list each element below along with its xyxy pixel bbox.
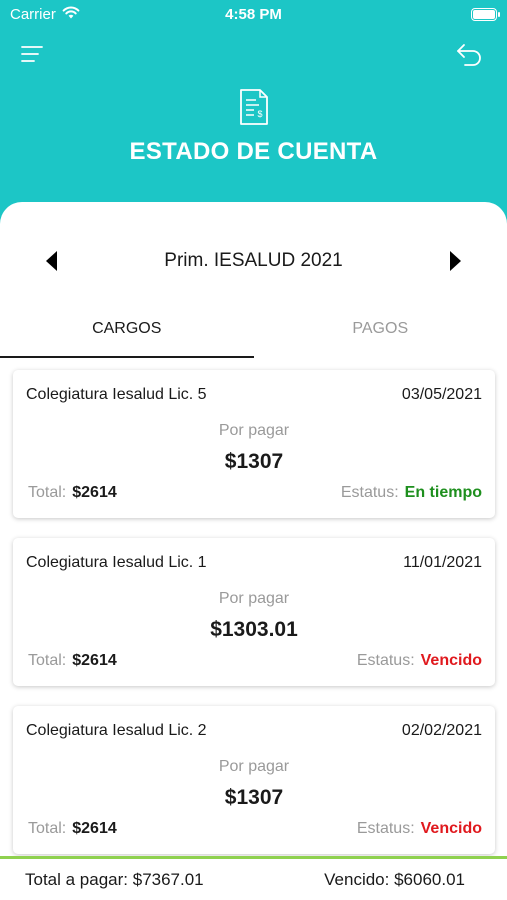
charge-card[interactable]: Colegiatura Iesalud Lic. 5 03/05/2021 Po…	[13, 370, 495, 518]
pending-label: Por pagar	[218, 758, 290, 775]
period-selector: Prim. IESALUD 2021	[0, 246, 507, 276]
menu-button[interactable]	[14, 38, 50, 70]
pending-label: Por pagar	[218, 590, 290, 607]
total-value: $2614	[72, 484, 117, 501]
caret-left-icon	[46, 251, 57, 271]
pending-amount: $1307	[224, 786, 284, 809]
status-value: En tiempo	[404, 484, 482, 501]
undo-icon	[457, 44, 481, 66]
next-period-button[interactable]	[445, 249, 465, 273]
total-label: Total:	[28, 652, 67, 669]
charge-date: 11/01/2021	[403, 554, 482, 571]
svg-text:$: $	[257, 109, 262, 119]
totals-footer: Total a pagar: $7367.01 Vencido: $6060.0…	[0, 856, 507, 900]
charge-total: Total: $2614	[28, 652, 117, 670]
charge-date: 03/05/2021	[401, 386, 482, 403]
charge-card[interactable]: Colegiatura Iesalud Lic. 1 11/01/2021 Po…	[13, 538, 495, 686]
charge-date: 02/02/2021	[401, 722, 482, 739]
status-label: Estatus:	[340, 484, 399, 501]
charge-status: Estatus: En tiempo	[341, 484, 482, 502]
charge-total: Total: $2614	[28, 484, 117, 502]
previous-period-button[interactable]	[42, 249, 62, 273]
overdue-total: Vencido: $6060.01	[324, 869, 465, 889]
tab-cargos[interactable]: CARGOS	[0, 312, 254, 358]
charge-title: Colegiatura Iesalud Lic. 5	[26, 386, 207, 403]
total-value: $2614	[72, 820, 117, 837]
status-label: Estatus:	[356, 820, 415, 837]
menu-icon	[21, 46, 43, 62]
invoice-document-icon: $	[239, 89, 268, 125]
charge-status: Estatus: Vencido	[357, 820, 482, 838]
page-title: ESTADO DE CUENTA	[129, 138, 378, 165]
charge-title: Colegiatura Iesalud Lic. 2	[26, 722, 207, 739]
status-value: Vencido	[420, 652, 482, 669]
charge-status: Estatus: Vencido	[357, 652, 482, 670]
header-icon-wrap: $	[0, 88, 507, 126]
carrier-label: Carrier	[10, 5, 56, 23]
tab-bar: CARGOS PAGOS	[0, 312, 507, 358]
pending-amount: $1303.01	[210, 618, 298, 641]
back-button[interactable]	[451, 38, 487, 70]
status-value: Vencido	[420, 820, 482, 837]
wifi-icon	[62, 6, 80, 23]
total-to-pay: Total a pagar: $7367.01	[25, 869, 204, 889]
total-value: $2614	[72, 652, 117, 669]
charge-card[interactable]: Colegiatura Iesalud Lic. 2 02/02/2021 Po…	[13, 706, 495, 854]
total-label: Total:	[28, 484, 67, 501]
charge-total: Total: $2614	[28, 820, 117, 838]
content-panel: Prim. IESALUD 2021 CARGOS PAGOS Colegiat…	[0, 202, 507, 900]
pending-amount: $1307	[224, 450, 284, 473]
pending-label: Por pagar	[218, 422, 290, 439]
period-label: Prim. IESALUD 2021	[164, 250, 343, 271]
tab-pagos[interactable]: PAGOS	[254, 312, 507, 358]
caret-right-icon	[450, 251, 461, 271]
status-label: Estatus:	[356, 652, 415, 669]
charge-title: Colegiatura Iesalud Lic. 1	[26, 554, 207, 571]
battery-icon	[471, 7, 500, 21]
status-bar: Carrier 4:58 PM	[0, 0, 507, 28]
total-label: Total:	[28, 820, 67, 837]
status-left: Carrier	[10, 6, 80, 23]
